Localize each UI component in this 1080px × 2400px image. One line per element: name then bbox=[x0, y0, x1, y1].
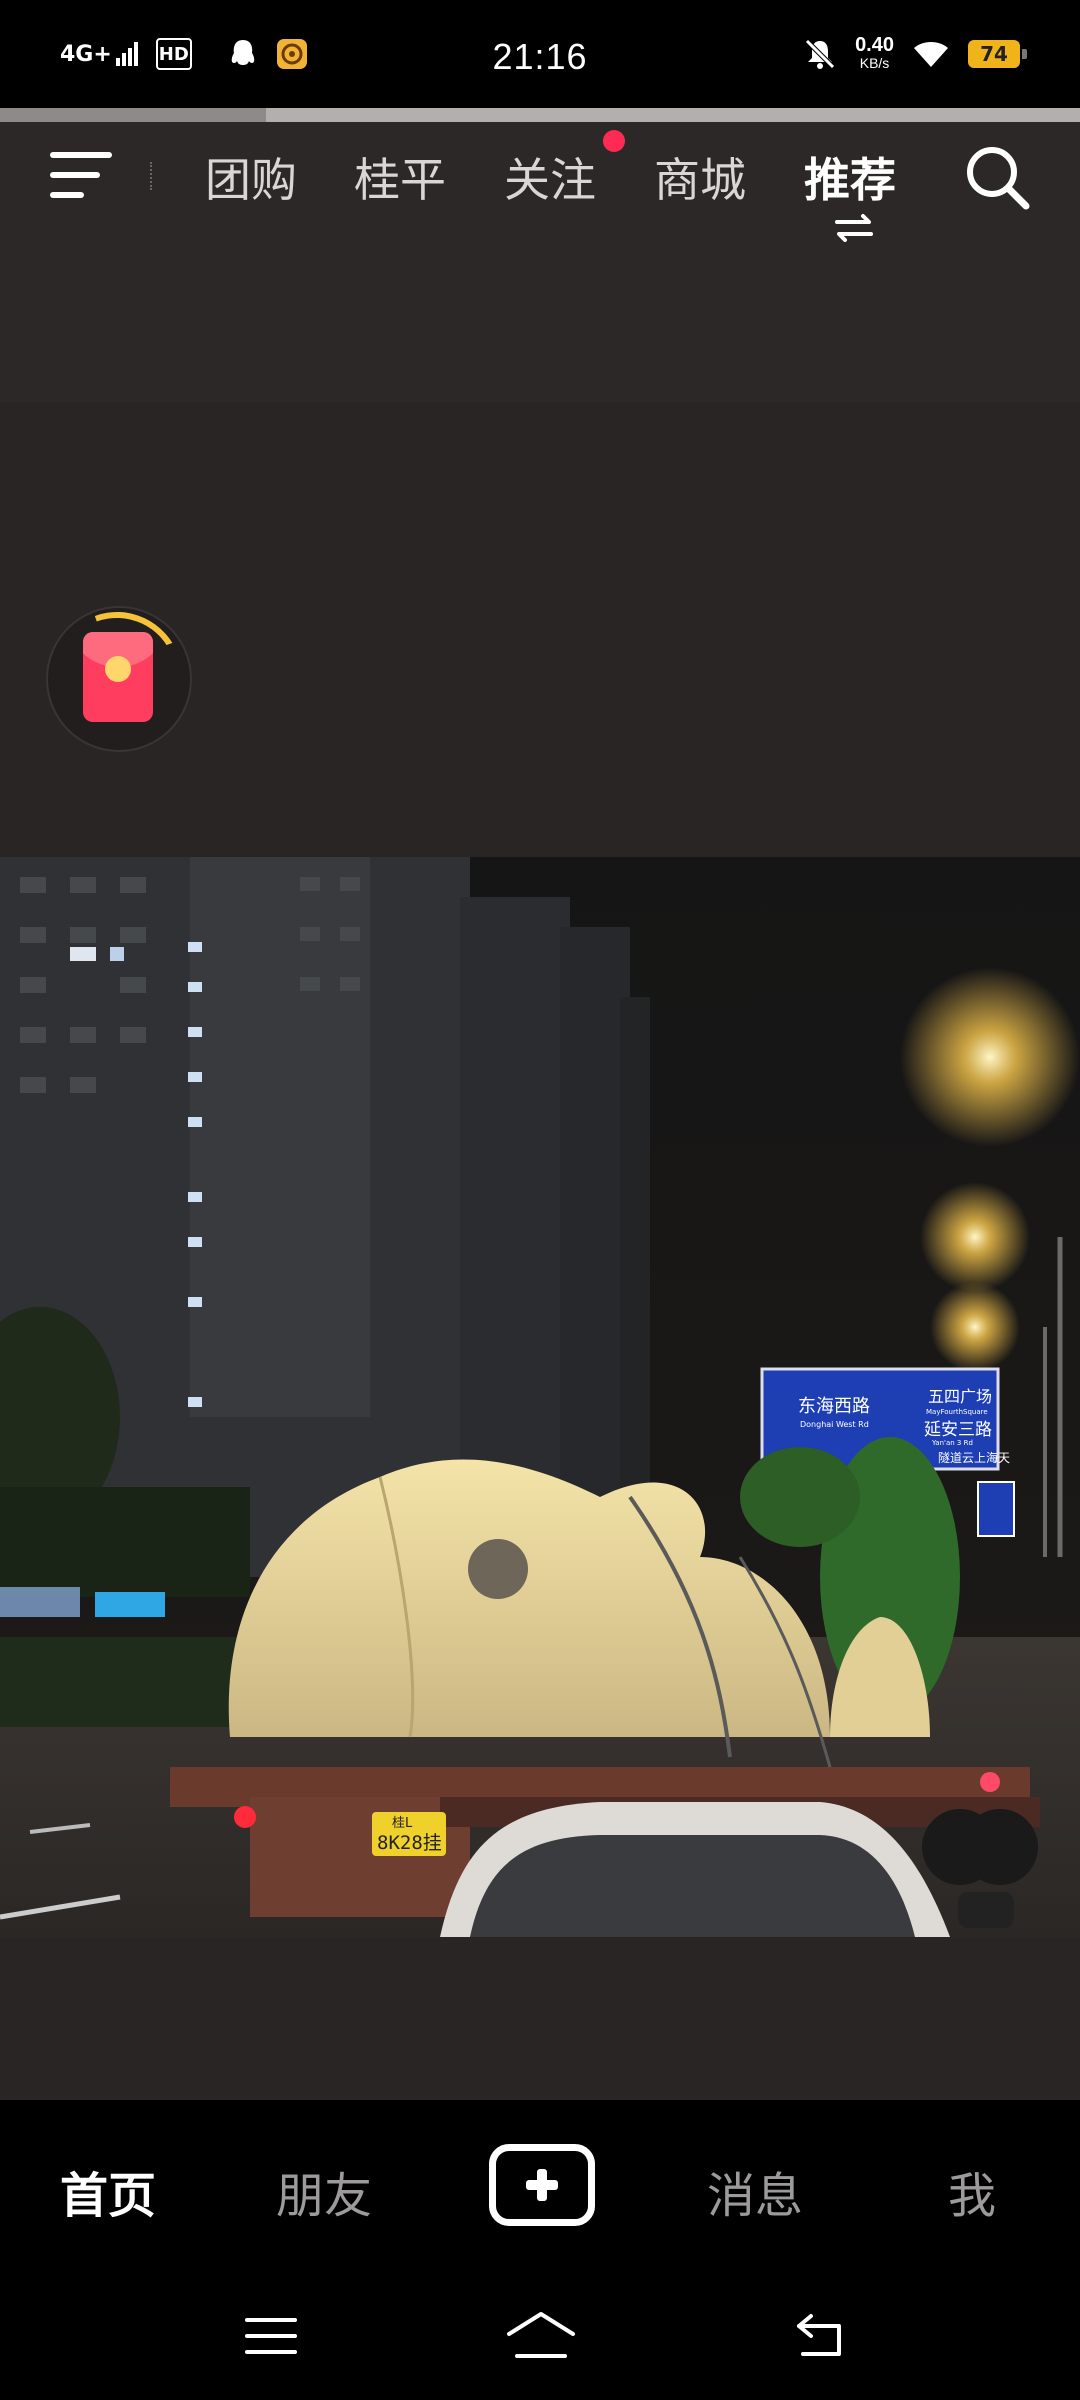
bottom-tab-me[interactable]: 我 bbox=[948, 2156, 996, 2226]
license-plate-bottom: 8K28挂 bbox=[377, 1832, 442, 1854]
tab-group-buy[interactable]: 团购 bbox=[205, 144, 297, 210]
road-sign-right-top: 五四广场 bbox=[928, 1387, 992, 1406]
road-sign-right-bottom: 隧道云上海天 bbox=[938, 1450, 1010, 1465]
menu-icon[interactable] bbox=[50, 150, 114, 204]
create-plus-button[interactable] bbox=[489, 2144, 595, 2226]
road-sign-left-en: Donghai West Rd bbox=[800, 1420, 869, 1429]
road-sign-left: 东海西路 bbox=[798, 1396, 870, 1417]
tab-following[interactable]: 关注 bbox=[504, 144, 596, 210]
home-icon[interactable] bbox=[505, 2310, 577, 2360]
bottom-tab-friends[interactable]: 朋友 bbox=[276, 2156, 372, 2226]
bottom-tab-bar: 首页 朋友 消息 我 bbox=[0, 2100, 1080, 2270]
road-sign-right-mid: 延安三路 bbox=[924, 1420, 992, 1440]
recent-apps-icon[interactable] bbox=[245, 2316, 297, 2356]
tab-mall[interactable]: 商城 bbox=[654, 144, 746, 210]
road-sign-right-top-en: MayFourthSquare bbox=[926, 1408, 988, 1416]
red-packet-button[interactable] bbox=[46, 606, 192, 752]
back-icon[interactable] bbox=[795, 2312, 851, 2358]
tab-recommend[interactable]: 推荐 bbox=[804, 144, 896, 210]
bottom-tab-messages[interactable]: 消息 bbox=[707, 2156, 803, 2226]
progress-strip bbox=[0, 108, 1080, 122]
system-navigation-bar bbox=[0, 2270, 1080, 2400]
clock: 21:16 bbox=[492, 36, 588, 77]
road-sign-right-mid-en: Yan'an 3 Rd bbox=[931, 1439, 973, 1447]
video-frame[interactable]: 东海西路 Donghai West Rd 五四广场 MayFourthSquar… bbox=[0, 857, 1080, 1937]
battery-indicator: 74 bbox=[968, 40, 1027, 68]
status-bar: 4G+ HD 21:16 0.40 KB/s 74 bbox=[0, 0, 1080, 108]
tab-local-city[interactable]: 桂平 bbox=[354, 144, 446, 210]
swap-arrows-icon[interactable] bbox=[833, 212, 875, 242]
following-notification-dot bbox=[603, 130, 625, 152]
search-icon[interactable] bbox=[962, 142, 1032, 212]
app-top-nav: 团购 桂平 关注 商城 推荐 bbox=[0, 122, 1080, 402]
nav-divider bbox=[150, 162, 154, 190]
bottom-tab-home[interactable]: 首页 bbox=[60, 2156, 156, 2226]
red-envelope-icon bbox=[83, 632, 153, 722]
license-plate-top: 桂L bbox=[392, 1816, 413, 1831]
